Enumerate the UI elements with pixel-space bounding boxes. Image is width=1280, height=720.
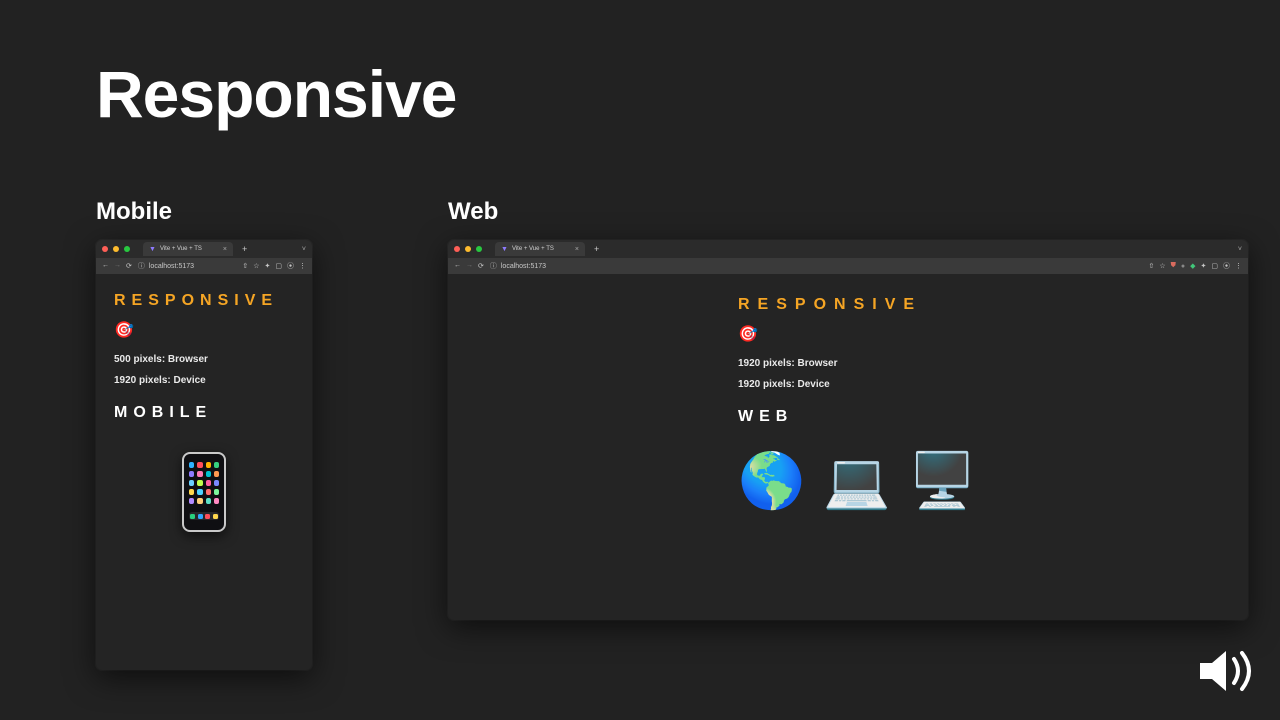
- extensions-icon[interactable]: ✦: [1201, 262, 1207, 270]
- target-icon: 🎯: [114, 320, 294, 340]
- traffic-close-icon[interactable]: [102, 246, 108, 252]
- new-tab-button[interactable]: +: [242, 244, 247, 254]
- phone-app-icon: [189, 471, 194, 477]
- phone-app-icon: [189, 462, 194, 468]
- desktop-icon: 🖥️: [909, 454, 976, 508]
- phone-dock-app-icon: [213, 514, 218, 519]
- phone-app-icon: [206, 498, 211, 504]
- reload-button[interactable]: ⟳: [126, 262, 132, 270]
- extensions-icon[interactable]: ✦: [265, 262, 271, 270]
- phone-app-icon: [189, 498, 194, 504]
- profile-icon[interactable]: ⦿: [1223, 261, 1230, 271]
- phone-app-icon: [189, 489, 194, 495]
- page-heading: RESPONSIVE: [738, 296, 1230, 314]
- url-text: localhost:5173: [501, 263, 546, 270]
- page-content-mobile: RESPONSIVE 🎯 500 pixels: Browser 1920 pi…: [96, 274, 312, 670]
- device-pixels-line: 1920 pixels: Device: [738, 379, 1230, 390]
- phone-app-icon: [189, 480, 194, 486]
- vite-icon: ▼: [501, 246, 508, 253]
- back-button[interactable]: ←: [102, 262, 109, 270]
- device-icons: 🌎 💻 🖥️: [738, 454, 1230, 508]
- laptop-icon: 💻: [823, 454, 890, 508]
- site-info-icon[interactable]: ⓘ: [490, 261, 497, 271]
- browser-tab[interactable]: ▼ Vite + Vue + TS ×: [143, 242, 233, 256]
- tab-close-icon[interactable]: ×: [223, 246, 227, 253]
- menu-icon[interactable]: ⋮: [1235, 262, 1242, 270]
- phone-app-icon: [206, 480, 211, 486]
- address-bar[interactable]: ⓘ localhost:5173: [138, 261, 194, 271]
- shield-icon[interactable]: ⛊: [1171, 262, 1176, 270]
- phone-app-icon: [197, 498, 202, 504]
- phone-icon: [182, 452, 226, 532]
- phone-illustration: [114, 452, 294, 532]
- new-tab-button[interactable]: +: [594, 244, 599, 254]
- share-icon[interactable]: ⇧: [242, 262, 248, 270]
- phone-app-icon: [214, 480, 219, 486]
- phone-app-icon: [197, 480, 202, 486]
- label-web: Web: [448, 198, 498, 226]
- target-icon: 🎯: [738, 324, 1230, 344]
- toolbar: ← → ⟳ ⓘ localhost:5173 ⇧ ☆ ✦ ▢ ⦿ ⋮: [96, 258, 312, 274]
- forward-button[interactable]: →: [114, 262, 121, 270]
- forward-button[interactable]: →: [466, 262, 473, 270]
- vite-icon: ▼: [149, 246, 156, 253]
- phone-app-icon: [214, 462, 219, 468]
- extension-green-icon[interactable]: ◆: [1190, 262, 1195, 270]
- phone-app-icon: [206, 471, 211, 477]
- toolbar: ← → ⟳ ⓘ localhost:5173 ⇧ ☆ ⛊ ● ◆ ✦ ▢ ⦿ ⋮: [448, 258, 1248, 274]
- phone-app-icon: [197, 489, 202, 495]
- slide: Responsive Mobile Web ▼ Vite + Vue + TS …: [0, 0, 1280, 720]
- phone-app-icon: [206, 489, 211, 495]
- tabstrip: ▼ Vite + Vue + TS × + ˅: [448, 240, 1248, 258]
- chevron-down-icon[interactable]: ˅: [302, 246, 306, 253]
- tab-close-icon[interactable]: ×: [575, 246, 579, 253]
- label-mobile: Mobile: [96, 198, 172, 226]
- url-text: localhost:5173: [149, 263, 194, 270]
- site-info-icon[interactable]: ⓘ: [138, 261, 145, 271]
- phone-app-icon: [214, 489, 219, 495]
- phone-app-icon: [206, 462, 211, 468]
- phone-app-icon: [214, 498, 219, 504]
- device-pixels-line: 1920 pixels: Device: [114, 375, 294, 386]
- browser-pixels-line: 500 pixels: Browser: [114, 354, 294, 365]
- mode-label: WEB: [738, 408, 1230, 426]
- window-icon[interactable]: ▢: [275, 262, 282, 270]
- phone-dock-app-icon: [190, 514, 195, 519]
- profile-icon[interactable]: ⦿: [287, 261, 294, 271]
- browser-web: ▼ Vite + Vue + TS × + ˅ ← → ⟳ ⓘ localhos…: [448, 240, 1248, 620]
- address-bar[interactable]: ⓘ localhost:5173: [490, 261, 546, 271]
- traffic-max-icon[interactable]: [476, 246, 482, 252]
- menu-icon[interactable]: ⋮: [299, 262, 306, 270]
- share-icon[interactable]: ⇧: [1148, 262, 1154, 270]
- slide-title: Responsive: [96, 56, 456, 132]
- back-button[interactable]: ←: [454, 262, 461, 270]
- browser-mobile: ▼ Vite + Vue + TS × + ˅ ← → ⟳ ⓘ localhos…: [96, 240, 312, 670]
- page-heading: RESPONSIVE: [114, 292, 294, 310]
- traffic-min-icon[interactable]: [465, 246, 471, 252]
- tab-title: Vite + Vue + TS: [160, 246, 202, 252]
- globe-icon: 🌎: [738, 454, 805, 508]
- tabstrip: ▼ Vite + Vue + TS × + ˅: [96, 240, 312, 258]
- star-icon[interactable]: ☆: [1159, 262, 1165, 270]
- phone-app-icon: [197, 462, 202, 468]
- phone-dock-app-icon: [198, 514, 203, 519]
- dot-icon[interactable]: ●: [1181, 263, 1185, 270]
- phone-app-icon: [214, 471, 219, 477]
- traffic-min-icon[interactable]: [113, 246, 119, 252]
- chevron-down-icon[interactable]: ˅: [1238, 246, 1242, 253]
- traffic-max-icon[interactable]: [124, 246, 130, 252]
- mode-label: MOBILE: [114, 404, 294, 422]
- phone-app-icon: [197, 471, 202, 477]
- tab-title: Vite + Vue + TS: [512, 246, 554, 252]
- page-content-web: RESPONSIVE 🎯 1920 pixels: Browser 1920 p…: [448, 274, 1248, 620]
- reload-button[interactable]: ⟳: [478, 262, 484, 270]
- speaker-icon: [1196, 645, 1260, 702]
- star-icon[interactable]: ☆: [253, 262, 259, 270]
- window-icon[interactable]: ▢: [1211, 262, 1218, 270]
- browser-pixels-line: 1920 pixels: Browser: [738, 358, 1230, 369]
- traffic-close-icon[interactable]: [454, 246, 460, 252]
- browser-tab[interactable]: ▼ Vite + Vue + TS ×: [495, 242, 585, 256]
- phone-dock-app-icon: [205, 514, 210, 519]
